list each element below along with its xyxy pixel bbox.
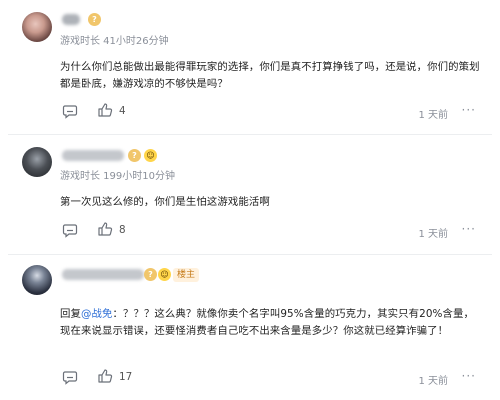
playtime-text: 游戏时长 41小时26分钟	[60, 36, 169, 47]
mention-link[interactable]: @战免	[81, 308, 112, 320]
reply-prefix: 回复	[60, 308, 81, 320]
comment-time: 1 天前	[418, 110, 448, 121]
avatar[interactable]	[22, 147, 52, 177]
comment-time: 1 天前	[418, 229, 448, 240]
thumbs-up-icon[interactable]	[97, 102, 113, 118]
thumbs-up-icon[interactable]	[97, 221, 113, 237]
emoji-badge-icon: ☺	[144, 149, 157, 162]
more-options-icon[interactable]: ···	[462, 222, 476, 236]
avatar[interactable]	[22, 12, 52, 42]
comment-bubble-icon[interactable]	[62, 369, 78, 385]
level-badge: ?	[128, 149, 141, 162]
avatar[interactable]	[22, 265, 52, 295]
comment-text: 第一次见这么修的，你们是生怕这游戏能活啊	[60, 196, 270, 208]
reply-content: ：？？？这么典？就像你卖个名字叫95%含量的巧克力，其实只有20%含量，现在来说…	[60, 308, 474, 337]
emoji-badge-icon: ☺	[158, 268, 171, 281]
level-badge: ?	[144, 268, 157, 281]
like-count: 8	[119, 224, 126, 236]
like-count: 17	[119, 371, 133, 383]
comment-bubble-icon[interactable]	[62, 222, 78, 238]
more-options-icon[interactable]: ···	[462, 103, 476, 117]
more-options-icon[interactable]: ···	[462, 369, 476, 383]
divider	[8, 134, 492, 135]
username-blurred[interactable]	[62, 14, 80, 25]
op-tag: 楼主	[173, 268, 200, 282]
username-blurred[interactable]	[62, 150, 124, 161]
like-count: 4	[119, 105, 126, 117]
username-blurred[interactable]	[62, 269, 144, 280]
comment-text: 为什么你们总能做出最能得罪玩家的选择，你们是真不打算挣钱了吗，还是说，你们的策划…	[60, 61, 480, 90]
comment-time: 1 天前	[418, 376, 448, 387]
level-badge: ?	[88, 13, 101, 26]
comment-bubble-icon[interactable]	[62, 103, 78, 119]
divider	[8, 254, 492, 255]
playtime-text: 游戏时长 199小时10分钟	[60, 171, 175, 182]
comment-text: 回复@战免：？？？这么典？就像你卖个名字叫95%含量的巧克力，其实只有20%含量…	[60, 306, 480, 340]
thumbs-up-icon[interactable]	[97, 368, 113, 384]
